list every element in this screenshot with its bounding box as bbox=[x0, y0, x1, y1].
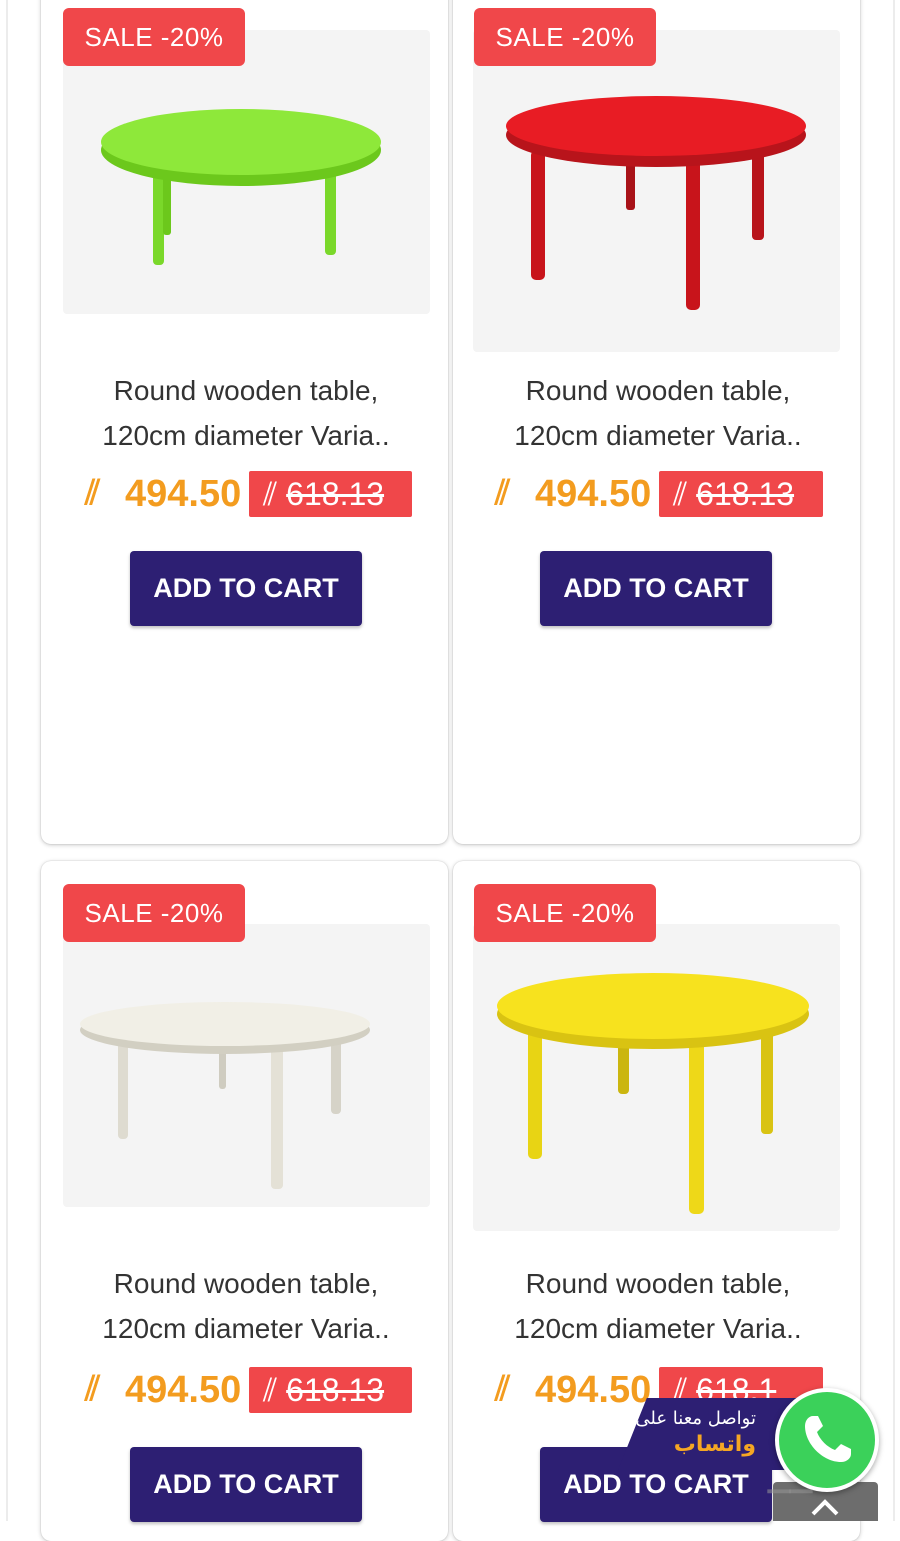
table-top bbox=[101, 109, 381, 175]
sale-badge: SALE -20% bbox=[63, 8, 245, 66]
product-image[interactable] bbox=[473, 924, 840, 1231]
product-title[interactable]: Round wooden table, 120cm diameter Varia… bbox=[41, 1261, 448, 1351]
table-top bbox=[497, 973, 809, 1039]
product-title-line: Round wooden table, bbox=[525, 1268, 791, 1299]
round-table-image bbox=[80, 1002, 370, 1189]
product-title-line: Round wooden table, bbox=[113, 375, 379, 406]
riyal-icon: ⫽ bbox=[85, 1370, 101, 1408]
product-image[interactable] bbox=[63, 30, 430, 314]
page-edge-right bbox=[893, 0, 895, 1521]
table-leg bbox=[752, 150, 764, 240]
product-title[interactable]: Round wooden table, 120cm diameter Varia… bbox=[41, 368, 448, 458]
sale-badge: SALE -20% bbox=[63, 884, 245, 942]
riyal-icon: ⫽ bbox=[263, 476, 278, 512]
riyal-icon: ⫽ bbox=[263, 1372, 278, 1408]
table-leg bbox=[153, 165, 164, 265]
product-title-line: 120cm diameter Varia.. bbox=[102, 420, 390, 451]
round-table-image bbox=[497, 973, 809, 1214]
table-leg bbox=[686, 155, 700, 310]
whatsapp-banner-label: واتساب bbox=[673, 1432, 756, 1457]
original-price: ⫽ 618.13 bbox=[249, 471, 412, 517]
table-top bbox=[506, 96, 806, 156]
original-price-value: 618.13 bbox=[696, 476, 795, 512]
table-leg bbox=[689, 1024, 704, 1214]
product-card[interactable]: SALE -20% Round wooden table, 120cm diam… bbox=[41, 861, 448, 1541]
sale-badge: SALE -20% bbox=[474, 884, 656, 942]
product-title-line: 120cm diameter Varia.. bbox=[102, 1313, 390, 1344]
add-to-cart-button[interactable]: ADD TO CART bbox=[130, 551, 362, 626]
page-edge-left bbox=[6, 0, 8, 1521]
riyal-icon: ⫽ bbox=[673, 476, 688, 512]
product-card[interactable]: SALE -20% Round wooden table, 120cm diam… bbox=[41, 0, 448, 844]
add-to-cart-button[interactable]: ADD TO CART bbox=[130, 1447, 362, 1522]
price-row: ⫽ 494.50 ⫽ 618.13 bbox=[41, 1366, 448, 1414]
table-leg bbox=[325, 165, 336, 255]
riyal-icon: ⫽ bbox=[495, 1370, 511, 1408]
product-image[interactable] bbox=[63, 924, 430, 1207]
product-title-line: 120cm diameter Varia.. bbox=[514, 420, 802, 451]
whatsapp-banner-text: تواصل معنا على bbox=[635, 1408, 756, 1429]
round-table-image bbox=[506, 96, 806, 310]
table-leg bbox=[531, 150, 545, 280]
site-watermark: ⎯⎯ bbox=[768, 1462, 812, 1513]
price-row: ⫽ 494.50 ⫽ 618.13 bbox=[41, 470, 448, 518]
product-title-line: Round wooden table, bbox=[525, 375, 791, 406]
sale-badge: SALE -20% bbox=[474, 8, 656, 66]
riyal-icon: ⫽ bbox=[495, 474, 511, 512]
price-row: ⫽ 494.50 ⫽ 618.13 bbox=[453, 470, 860, 518]
sale-price: 494.50 bbox=[535, 1369, 652, 1411]
table-leg bbox=[271, 1034, 283, 1189]
product-title-line: Round wooden table, bbox=[113, 1268, 379, 1299]
product-card[interactable]: SALE -20% Round wooden table, 120cm diam… bbox=[453, 0, 860, 844]
table-top bbox=[80, 1002, 370, 1046]
sale-price: 494.50 bbox=[125, 473, 242, 515]
product-image[interactable] bbox=[473, 30, 840, 352]
original-price: ⫽ 618.13 bbox=[249, 1367, 412, 1413]
add-to-cart-button[interactable]: ADD TO CART bbox=[540, 551, 772, 626]
round-table-image bbox=[101, 109, 381, 265]
original-price-value: 618.13 bbox=[286, 1372, 385, 1408]
original-price-value: 618.13 bbox=[286, 476, 385, 512]
product-title[interactable]: Round wooden table, 120cm diameter Varia… bbox=[453, 368, 860, 458]
product-title[interactable]: Round wooden table, 120cm diameter Varia… bbox=[453, 1261, 860, 1351]
sale-price: 494.50 bbox=[535, 473, 652, 515]
riyal-icon: ⫽ bbox=[85, 474, 101, 512]
product-title-line: 120cm diameter Varia.. bbox=[514, 1313, 802, 1344]
table-leg bbox=[528, 1019, 542, 1159]
sale-price: 494.50 bbox=[125, 1369, 242, 1411]
original-price: ⫽ 618.13 bbox=[659, 471, 823, 517]
